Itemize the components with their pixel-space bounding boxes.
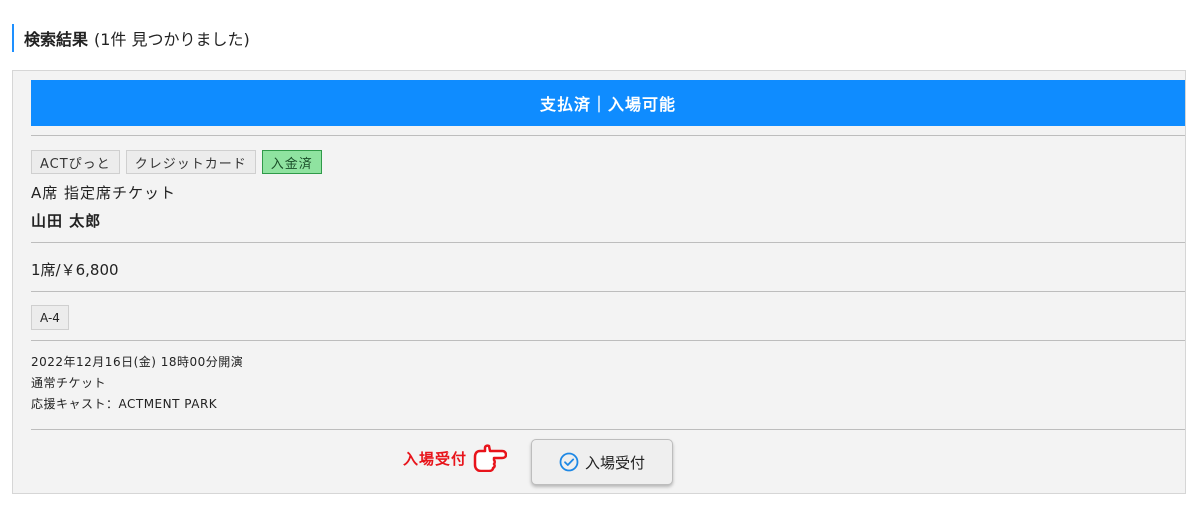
results-title: 検索結果 (24, 30, 89, 49)
results-heading: 検索結果 (1件 見つかりました) (12, 24, 250, 52)
annotation-label: 入場受付 (403, 449, 468, 468)
results-count: (1件 見つかりました) (94, 30, 250, 49)
search-results-page: 検索結果 (1件 見つかりました) 支払済｜入場可能 ACTぴっと クレジットカ… (0, 0, 1200, 506)
price: 1席/￥6,800 (31, 261, 119, 279)
ticket-name: A席 指定席チケット (31, 184, 177, 202)
seat-badge: A-4 (31, 305, 69, 330)
check-circle-icon (559, 452, 579, 472)
divider (31, 429, 1185, 430)
status-banner: 支払済｜入場可能 (31, 80, 1185, 126)
divider (31, 242, 1185, 243)
entry-reception-button[interactable]: 入場受付 (531, 439, 673, 485)
pointing-hand-icon (473, 444, 508, 472)
event-date: 2022年12月16日(金) 18時00分開演 (31, 355, 244, 369)
ticket-card: 支払済｜入場可能 ACTぴっと クレジットカード 入金済 A席 指定席チケット … (12, 70, 1186, 494)
support-cast: 応援キャスト：ACTMENT PARK (31, 397, 218, 411)
tag-payment-method: クレジットカード (125, 150, 256, 174)
ticket-type: 通常チケット (31, 376, 107, 390)
ticket-tags: ACTぴっと クレジットカード 入金済 (31, 150, 322, 174)
divider (31, 291, 1185, 292)
tag-ticket-type: ACTぴっと (31, 150, 120, 174)
divider (31, 340, 1185, 341)
tag-payment-status: 入金済 (261, 150, 322, 174)
holder-name: 山田 太郎 (31, 212, 102, 230)
entry-button-label: 入場受付 (584, 453, 645, 472)
entry-annotation: 入場受付 (403, 444, 508, 472)
divider (31, 135, 1185, 136)
event-info: 2022年12月16日(金) 18時00分開演 通常チケット 応援キャスト：AC… (31, 352, 243, 415)
